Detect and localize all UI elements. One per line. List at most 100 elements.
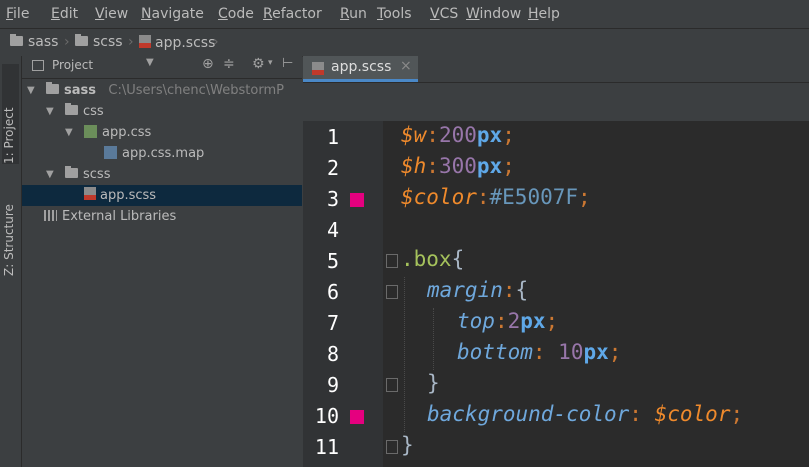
breadcrumb: sass › scss › app.scss › bbox=[0, 28, 809, 57]
scss-file-icon bbox=[312, 62, 324, 75]
tab-project-tool[interactable]: 1: Project bbox=[2, 64, 19, 164]
tree-item-external-libraries[interactable]: External Libraries bbox=[22, 206, 302, 227]
menu-refactor[interactable]: Refactor bbox=[263, 6, 322, 22]
close-icon[interactable]: × bbox=[400, 58, 412, 74]
breadcrumb-separator: › bbox=[64, 34, 70, 50]
tree-item-app-css[interactable]: ▼ app.css bbox=[22, 122, 302, 143]
line-number: 5 bbox=[326, 249, 339, 273]
code-line-9: } bbox=[427, 371, 440, 395]
tree-item-label: css bbox=[83, 104, 104, 119]
menu-tools[interactable]: Tools bbox=[377, 6, 412, 22]
fold-marker-icon[interactable] bbox=[386, 285, 398, 299]
fold-marker-icon[interactable] bbox=[386, 254, 398, 268]
hide-panel-icon[interactable]: ⊢ bbox=[282, 56, 293, 71]
project-panel-title[interactable]: Project bbox=[52, 58, 93, 72]
chevron-down-icon[interactable]: ▼ bbox=[146, 57, 154, 68]
tab-app-scss[interactable]: app.scss × bbox=[303, 56, 418, 82]
line-number: 10 bbox=[314, 404, 339, 428]
folder-icon bbox=[46, 82, 59, 94]
color-swatch[interactable] bbox=[350, 410, 364, 424]
line-number: 1 bbox=[326, 125, 339, 149]
breadcrumb-label: scss bbox=[93, 34, 123, 50]
expand-arrow-icon[interactable]: ▼ bbox=[46, 164, 54, 185]
line-number: 4 bbox=[326, 218, 339, 242]
breadcrumb-item-sass[interactable]: sass bbox=[10, 34, 58, 50]
tree-item-app-css-map[interactable]: app.css.map bbox=[22, 143, 302, 164]
menu-code[interactable]: Code bbox=[218, 6, 254, 22]
indent-guide bbox=[404, 277, 405, 432]
breadcrumb-item-app-scss[interactable]: app.scss bbox=[139, 34, 215, 51]
fold-marker-icon[interactable] bbox=[386, 378, 398, 392]
tab-project-label: 1: Project bbox=[2, 107, 16, 164]
tree-item-scss[interactable]: ▼ scss bbox=[22, 164, 302, 185]
tab-structure-tool[interactable]: Z: Structure bbox=[2, 176, 16, 276]
folder-icon bbox=[75, 34, 88, 46]
project-panel: Project ▼ ⊕ ≑ ⚙ ▾ ⊢ ▼ sass C:\Users\chen… bbox=[22, 56, 302, 467]
menu-bar: File Edit View Navigate Code Refactor Ru… bbox=[0, 0, 809, 28]
gear-icon[interactable]: ⚙ bbox=[252, 56, 265, 72]
tree-item-label: sass bbox=[64, 83, 96, 98]
breadcrumb-separator: › bbox=[128, 34, 134, 50]
tree-item-label: app.scss bbox=[100, 188, 157, 203]
tree-item-label: External Libraries bbox=[62, 209, 177, 224]
map-file-icon bbox=[104, 146, 117, 159]
menu-run[interactable]: Run bbox=[340, 6, 367, 22]
expand-arrow-icon[interactable]: ▼ bbox=[27, 80, 35, 101]
menu-navigate[interactable]: Navigate bbox=[141, 6, 204, 22]
scss-file-icon bbox=[84, 187, 96, 200]
code-line-1: $w:200px; bbox=[401, 123, 515, 147]
collapse-all-icon[interactable]: ≑ bbox=[223, 56, 235, 72]
fold-marker-icon[interactable] bbox=[386, 440, 398, 454]
code-line-10: background-color: $color; bbox=[427, 402, 744, 426]
code-line-3: $color:#E5007F; bbox=[401, 185, 591, 209]
code-line-7: top:2px; bbox=[457, 309, 559, 333]
breadcrumb-label: app.scss bbox=[155, 35, 216, 51]
scss-file-icon bbox=[139, 35, 151, 48]
breadcrumb-label: sass bbox=[28, 34, 59, 50]
breadcrumb-separator: › bbox=[213, 34, 219, 50]
menu-edit[interactable]: Edit bbox=[51, 6, 78, 22]
tree-item-label: scss bbox=[83, 167, 111, 182]
line-number: 9 bbox=[326, 373, 339, 397]
tree-item-sass[interactable]: ▼ sass C:\Users\chenc\WebstormP bbox=[22, 80, 302, 101]
color-swatch[interactable] bbox=[350, 193, 364, 207]
line-number: 2 bbox=[326, 156, 339, 180]
menu-vcs[interactable]: VCS bbox=[430, 6, 458, 22]
code-line-8: bottom: 10px; bbox=[457, 340, 622, 364]
project-view-icon bbox=[32, 60, 44, 71]
menu-file[interactable]: File bbox=[6, 6, 29, 22]
folder-icon bbox=[65, 103, 78, 115]
expand-arrow-icon[interactable]: ▼ bbox=[65, 122, 73, 143]
indent-guide bbox=[433, 308, 434, 370]
code-line-11: } bbox=[401, 433, 414, 457]
locate-file-icon[interactable]: ⊕ bbox=[202, 56, 214, 72]
code-editor[interactable]: 1 2 3 4 5 6 7 8 9 10 11 $w:200px; $h:300… bbox=[303, 121, 809, 467]
code-line-6: margin:{ bbox=[427, 278, 529, 302]
left-tool-strip: 1: Project Z: Structure bbox=[0, 56, 22, 467]
folder-icon bbox=[65, 166, 78, 178]
tree-item-label: app.css.map bbox=[122, 146, 205, 161]
library-icon bbox=[44, 210, 57, 221]
tab-label: app.scss bbox=[331, 59, 392, 75]
css-file-icon bbox=[84, 125, 97, 138]
menu-help[interactable]: Help bbox=[528, 6, 560, 22]
code-line-2: $h:300px; bbox=[401, 154, 515, 178]
line-number: 7 bbox=[326, 311, 339, 335]
menu-view[interactable]: View bbox=[95, 6, 128, 22]
tree-item-app-scss[interactable]: app.scss bbox=[22, 185, 302, 206]
code-line-5: .box{ bbox=[401, 247, 465, 271]
gear-chevron-icon[interactable]: ▾ bbox=[268, 58, 273, 68]
line-number: 11 bbox=[314, 435, 339, 459]
editor-tab-bar: app.scss × bbox=[303, 56, 809, 83]
line-number: 3 bbox=[326, 187, 339, 211]
menu-window[interactable]: Window bbox=[466, 6, 521, 22]
expand-arrow-icon[interactable]: ▼ bbox=[46, 101, 54, 122]
tree-item-css[interactable]: ▼ css bbox=[22, 101, 302, 122]
project-panel-header: Project ▼ ⊕ ≑ ⚙ ▾ ⊢ bbox=[22, 56, 302, 79]
tab-structure-label: Z: Structure bbox=[2, 204, 16, 276]
folder-icon bbox=[10, 34, 23, 46]
line-number: 8 bbox=[326, 342, 339, 366]
breadcrumb-item-scss[interactable]: scss bbox=[75, 34, 123, 50]
tree-item-path: C:\Users\chenc\WebstormP bbox=[108, 83, 284, 98]
tree-item-label: app.css bbox=[102, 125, 152, 140]
